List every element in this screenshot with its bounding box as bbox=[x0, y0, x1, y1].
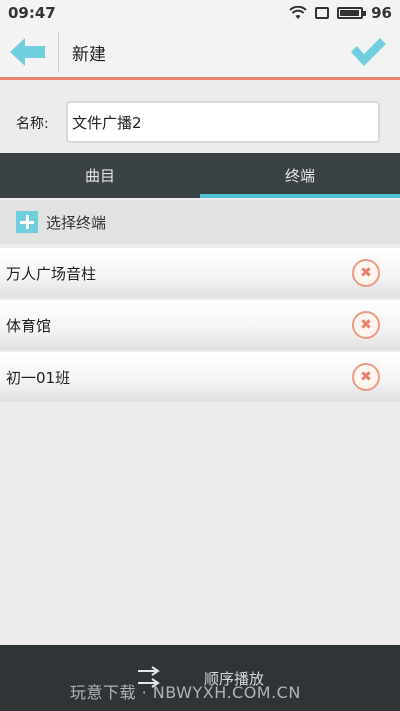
terminal-name: 万人广场音柱 bbox=[6, 264, 97, 283]
list-item: 万人广场音柱 ✖ bbox=[0, 248, 400, 298]
status-time: 09:47 bbox=[8, 4, 56, 22]
list-item: 初一01班 ✖ bbox=[0, 352, 400, 402]
name-input[interactable] bbox=[66, 101, 380, 143]
arrow-left-icon bbox=[10, 38, 45, 66]
terminal-name: 初一01班 bbox=[6, 368, 71, 387]
remove-button[interactable]: ✖ bbox=[352, 311, 380, 339]
close-icon: ✖ bbox=[360, 317, 372, 333]
screen-icon bbox=[315, 7, 330, 19]
remove-button[interactable]: ✖ bbox=[352, 259, 380, 287]
battery-icon bbox=[337, 7, 367, 19]
status-icons: 96 bbox=[289, 4, 392, 22]
name-row: 名称: bbox=[0, 83, 400, 153]
battery-level: 96 bbox=[371, 4, 392, 22]
remove-button[interactable]: ✖ bbox=[352, 363, 380, 391]
tab-tracks[interactable]: 曲目 bbox=[0, 153, 200, 198]
page-title: 新建 bbox=[72, 45, 106, 65]
tab-bar: 曲目 终端 bbox=[0, 153, 400, 198]
terminal-name: 体育馆 bbox=[6, 316, 52, 335]
title-bar: 新建 bbox=[0, 26, 400, 80]
close-icon: ✖ bbox=[360, 369, 372, 385]
status-bar: 09:47 96 bbox=[0, 0, 400, 26]
terminal-list: 万人广场音柱 ✖ 体育馆 ✖ 初一01班 ✖ bbox=[0, 248, 400, 404]
close-icon: ✖ bbox=[360, 265, 372, 281]
confirm-button[interactable] bbox=[348, 34, 388, 70]
name-label: 名称: bbox=[16, 116, 49, 132]
checkmark-icon bbox=[351, 38, 386, 66]
list-item: 体育馆 ✖ bbox=[0, 300, 400, 350]
tab-terminals[interactable]: 终端 bbox=[200, 153, 400, 198]
select-terminal-button[interactable]: 选择终端 bbox=[0, 200, 400, 244]
select-terminal-label: 选择终端 bbox=[46, 213, 107, 232]
wifi-icon bbox=[289, 6, 307, 19]
back-button[interactable] bbox=[8, 34, 48, 70]
watermark: 玩意下载 · NBWYXH.COM.CN bbox=[70, 683, 301, 702]
plus-icon bbox=[16, 211, 38, 233]
title-divider bbox=[58, 32, 59, 72]
